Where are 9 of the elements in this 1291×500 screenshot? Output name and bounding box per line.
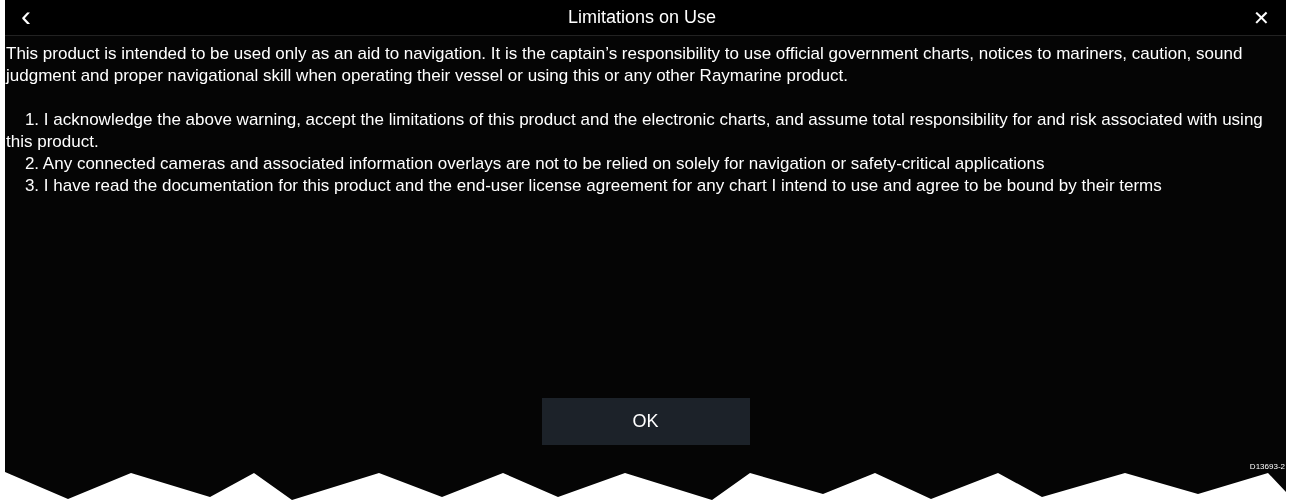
close-icon[interactable]: ✕	[1253, 7, 1270, 28]
acknowledgement-item: 1. I acknowledge the above warning, accept the limitations of this product and the electronic charts, and assume total responsibility for and risk associated with using this product.	[6, 109, 1264, 153]
warning-paragraph: This product is intended to be used only as an aid to navigation. It is the captain’s responsibility to use official government charts, notices to mariners, caution, sound judgment and proper navigational skill when operating their vessel or using this or any other Raymarine product.	[6, 43, 1244, 87]
ok-button[interactable]: OK	[541, 398, 750, 445]
acknowledgement-item: 3. I have read the documentation for this product and the end-user license agreement for any chart I intend to use and agree to be bound by their terms	[23, 175, 1163, 197]
figure-code: D13693-2	[1249, 462, 1285, 472]
acknowledgement-item: 2. Any connected cameras and associated information overlays are not to be relied on solely for navigation or safety-critical applications	[23, 153, 1046, 175]
back-icon[interactable]: ‹	[21, 0, 31, 31]
dialog-title: Limitations on Use	[567, 6, 717, 29]
